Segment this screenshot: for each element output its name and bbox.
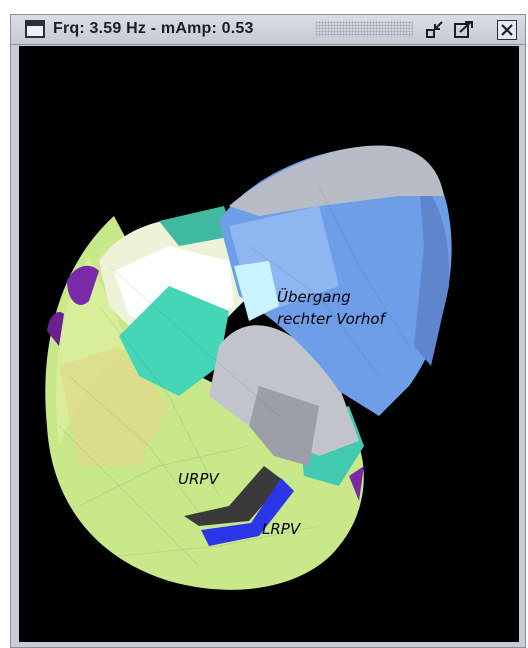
label-lrpv: LRPV <box>262 520 301 538</box>
close-icon <box>501 24 513 36</box>
label-rechter-vorhof: rechter Vorhof <box>277 310 385 328</box>
3d-viewport[interactable]: Übergang rechter Vorhof URPV LRPV <box>19 46 519 642</box>
minimize-button[interactable] <box>425 20 447 40</box>
close-button[interactable] <box>497 20 517 40</box>
title-bar[interactable]: Frq: 3.59 Hz - mAmp: 0.53 <box>11 15 525 45</box>
label-urpv: URPV <box>178 470 219 488</box>
window-menu-icon[interactable] <box>25 20 45 38</box>
app-window: Frq: 3.59 Hz - mAmp: 0.53 Übergang recht… <box>10 14 526 648</box>
label-ubergang: Übergang <box>277 288 351 306</box>
heart-model <box>45 145 452 590</box>
maximize-icon <box>454 21 473 38</box>
window-title: Frq: 3.59 Hz - mAmp: 0.53 <box>53 20 254 37</box>
title-bar-grip[interactable] <box>315 21 413 37</box>
maximize-button[interactable] <box>453 20 475 40</box>
minimize-icon <box>426 21 443 38</box>
